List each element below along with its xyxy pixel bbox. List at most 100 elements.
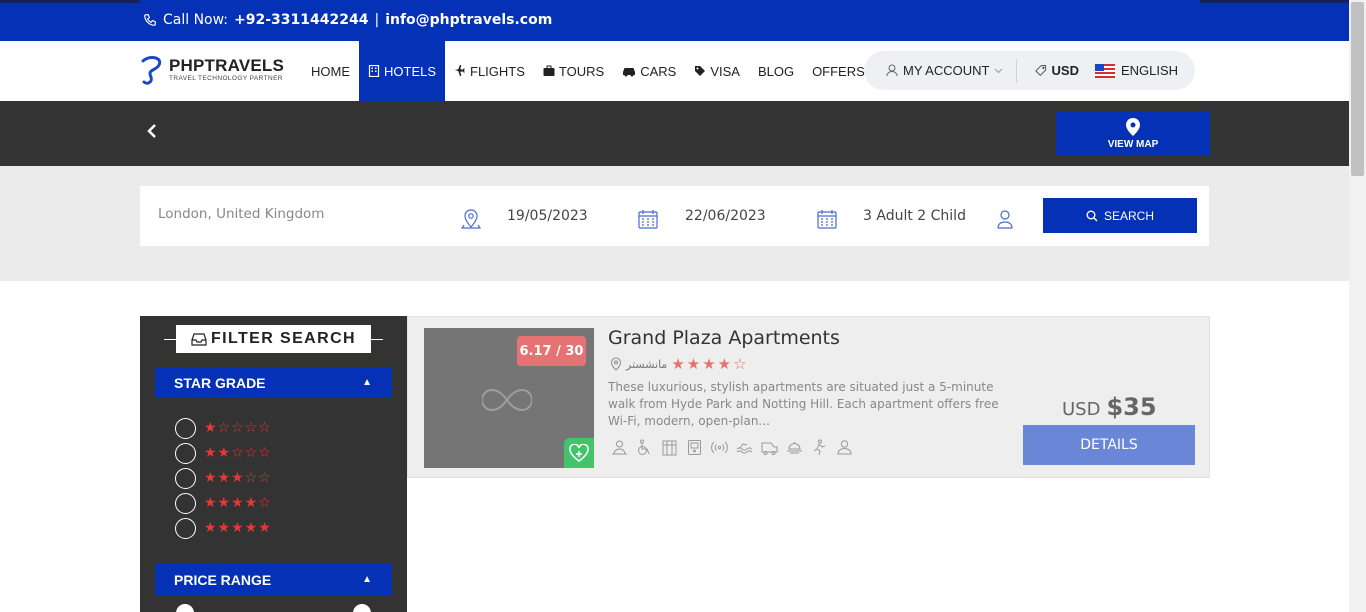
reception-icon [611, 439, 628, 456]
hotel-name[interactable]: Grand Plaza Apartments [608, 327, 840, 349]
language-label: ENGLISH [1121, 63, 1179, 78]
email-link[interactable]: info@phptravels.com [385, 12, 552, 28]
search-icon [1086, 210, 1098, 221]
location-input[interactable]: London, United Kingdom [158, 206, 324, 222]
details-button[interactable]: DETAILS [1023, 425, 1195, 465]
nav-home[interactable]: HOME [302, 41, 359, 101]
star-radio[interactable] [175, 417, 196, 439]
price-range-toggle[interactable]: PRICE RANGE ▲ [155, 564, 392, 595]
search-button-label: SEARCH [1103, 208, 1154, 223]
star-rating-icon: ★★★★☆ [204, 495, 272, 511]
nav-tours[interactable]: TOURS [534, 41, 613, 101]
star-radio[interactable] [175, 442, 196, 464]
checkin-date-input[interactable]: 19/05/2023 [507, 208, 588, 224]
user-icon [836, 439, 853, 456]
pool-icon [736, 439, 753, 456]
my-account-label: MY ACCOUNT [903, 63, 990, 78]
hotel-image[interactable]: 6.17 / 30 [424, 328, 594, 468]
page-toolbar: VIEW MAP [0, 101, 1349, 166]
currency-tag-icon [1035, 65, 1047, 77]
search-area: London, United Kingdom 19/05/2023 22/06/… [0, 166, 1349, 281]
phone-icon [144, 14, 156, 26]
star-radio[interactable] [175, 467, 196, 489]
page-scrollbar[interactable] [1349, 0, 1366, 612]
star-radio[interactable] [175, 492, 196, 514]
shuttle-icon [761, 439, 778, 456]
back-arrow-icon[interactable] [145, 121, 159, 141]
nav-offers-label: OFFERS [812, 63, 865, 79]
logo-tagline: TRAVEL TECHNOLOGY PARTNER [169, 75, 283, 83]
restaurant-icon [786, 439, 803, 456]
top-stripe-left [0, 0, 140, 3]
currency-selector[interactable]: USD [1017, 63, 1079, 78]
calendar-icon [817, 210, 837, 229]
main-nav: HOME HOTELS FLIGHTS TOURS CARS VISA BLOG… [302, 41, 874, 101]
hotel-stars-icon: ★★★★☆ [671, 355, 749, 373]
logo[interactable]: PHPTRAVELS TRAVEL TECHNOLOGY PARTNER [139, 55, 284, 85]
add-favorite-button[interactable] [564, 438, 594, 468]
nav-blog[interactable]: BLOG [749, 41, 803, 101]
star-radio[interactable] [175, 517, 196, 539]
language-selector[interactable]: ENGLISH [1079, 63, 1178, 78]
my-account-dropdown[interactable]: MY ACCOUNT [864, 63, 1016, 78]
star-grade-toggle[interactable]: STAR GRADE ▲ [155, 367, 392, 398]
map-pin-icon [1126, 117, 1140, 136]
star-grade-label: STAR GRADE [174, 374, 266, 391]
star-rating-icon: ★☆☆☆☆ [204, 420, 272, 436]
account-pill: MY ACCOUNT USD ENGLISH [864, 51, 1195, 90]
star-option-2[interactable]: ★★☆☆☆ [175, 442, 272, 464]
currency-label: USD [1051, 63, 1079, 78]
calendar-icon [638, 210, 658, 229]
top-stripe-right [1200, 0, 1349, 3]
nav-cars[interactable]: CARS [613, 41, 685, 101]
main-header: PHPTRAVELS TRAVEL TECHNOLOGY PARTNER HOM… [0, 41, 1349, 101]
nav-visa[interactable]: VISA [685, 41, 749, 101]
star-option-4[interactable]: ★★★★☆ [175, 492, 272, 514]
guests-input[interactable]: 3 Adult 2 Child [863, 208, 966, 224]
top-contact-bar: Call Now: +92-3311442244 | info@phptrave… [0, 0, 1349, 41]
call-label: Call Now: [163, 12, 229, 28]
phone-number[interactable]: +92-3311442244 [234, 12, 368, 28]
view-map-label: VIEW MAP [1107, 138, 1159, 150]
safe-icon [686, 439, 703, 456]
star-rating-icon: ★★★★★ [204, 520, 272, 536]
collapse-up-icon: ▲ [362, 377, 372, 388]
hotel-location: مانشستر ★★★★☆ [610, 355, 749, 373]
star-option-5[interactable]: ★★★★★ [175, 517, 272, 539]
search-form: London, United Kingdom 19/05/2023 22/06/… [140, 186, 1209, 246]
nav-blog-label: BLOG [757, 63, 795, 79]
collapse-up-icon: ▲ [362, 574, 372, 585]
wifi-icon [711, 439, 728, 456]
building-icon [661, 439, 678, 456]
checkout-date-input[interactable]: 22/06/2023 [685, 208, 766, 224]
logo-mark-icon [141, 56, 162, 85]
inbox-icon [191, 333, 207, 346]
rating-badge: 6.17 / 30 [517, 336, 586, 366]
tag-icon [695, 66, 706, 76]
user-icon [886, 64, 898, 77]
star-option-3[interactable]: ★★★☆☆ [175, 467, 272, 489]
plane-icon [454, 65, 465, 77]
filter-title-line-left [164, 339, 176, 340]
price-currency: USD [1062, 399, 1101, 420]
hotel-card: 6.17 / 30 Grand Plaza Apartments مانشستر… [407, 316, 1210, 478]
nav-visa-label: VISA [710, 63, 740, 79]
loading-infinity-icon [482, 388, 532, 412]
nav-flights[interactable]: FLIGHTS [445, 41, 534, 101]
heart-plus-icon [569, 444, 589, 462]
scrollbar-thumb[interactable] [1351, 2, 1364, 176]
view-map-button[interactable]: VIEW MAP [1056, 111, 1210, 156]
location-pin-icon [460, 209, 482, 229]
hotel-description: These luxurious, stylish apartments are … [608, 380, 999, 428]
filter-search-title: FILTER SEARCH [176, 325, 371, 353]
filter-sidebar: FILTER SEARCH STAR GRADE ▲ ★☆☆☆☆ ★★☆☆☆ ★… [140, 316, 407, 612]
nav-hotels[interactable]: HOTELS [359, 41, 446, 101]
star-option-1[interactable]: ★☆☆☆☆ [175, 417, 272, 439]
us-flag-icon [1095, 63, 1115, 78]
hotel-location-label: مانشستر [626, 357, 668, 371]
nav-hotels-label: HOTELS [384, 63, 437, 79]
filter-title-line-right [371, 339, 383, 340]
logo-name: PHPTRAVELS [169, 56, 285, 76]
star-rating-icon: ★★☆☆☆ [204, 445, 272, 461]
search-button[interactable]: SEARCH [1043, 198, 1197, 233]
